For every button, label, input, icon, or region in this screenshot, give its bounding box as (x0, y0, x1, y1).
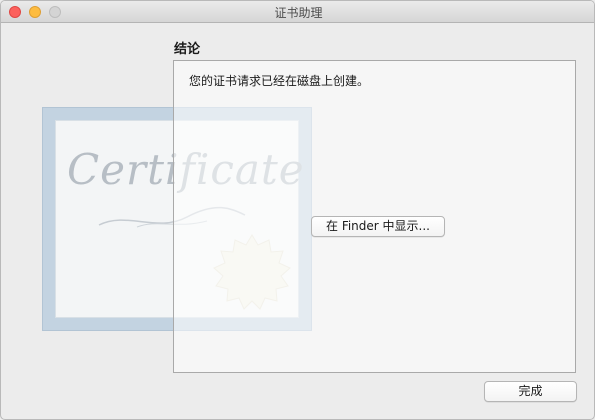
window-title: 证书助理 (274, 6, 323, 20)
title-bar[interactable]: 证书助理 (1, 1, 594, 23)
show-in-finder-button[interactable]: 在 Finder 中显示... (311, 216, 445, 237)
certificate-assistant-window: 证书助理 Certificate 结论 您的证书请求已经在磁盘上创建。 在 Fi… (0, 0, 595, 420)
done-button[interactable]: 完成 (484, 381, 577, 402)
status-message: 您的证书请求已经在磁盘上创建。 (189, 74, 370, 88)
page-heading: 结论 (174, 42, 201, 57)
